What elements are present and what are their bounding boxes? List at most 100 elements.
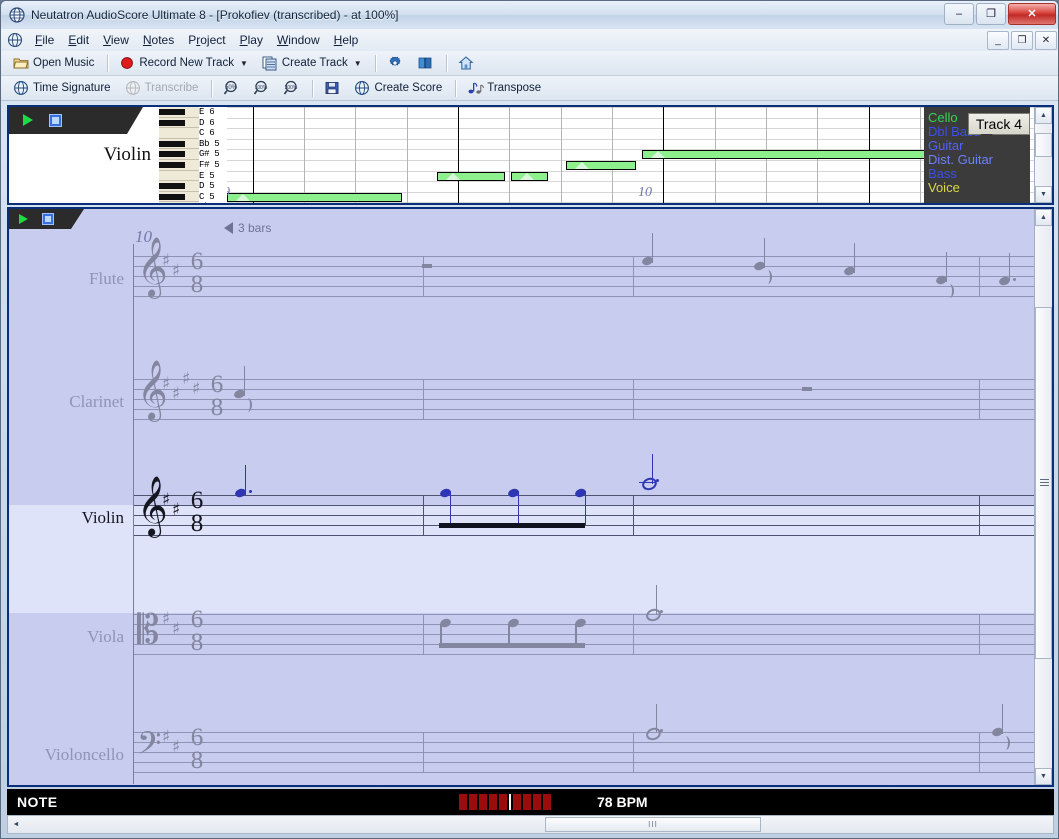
piano-roll-note[interactable] bbox=[566, 161, 636, 170]
instrument-option[interactable]: Dist. Guitar bbox=[924, 153, 1030, 167]
scroll-up-icon[interactable]: ▲ bbox=[1035, 107, 1052, 124]
piano-black-key[interactable] bbox=[159, 151, 185, 157]
time-signature[interactable]: 68 bbox=[188, 608, 206, 654]
piano-roll-note[interactable] bbox=[437, 172, 505, 181]
augmentation-dot bbox=[660, 729, 663, 732]
zoom-200-button[interactable]: 200% bbox=[277, 78, 305, 98]
key-signature-sharp[interactable]: ♯ bbox=[162, 492, 170, 509]
bars-back-control[interactable]: 3 bars bbox=[224, 221, 271, 235]
create-score-button[interactable]: Create Score bbox=[348, 78, 448, 98]
minimize-button[interactable]: – bbox=[944, 3, 974, 25]
menu-view[interactable]: View bbox=[96, 30, 136, 50]
stop-icon[interactable] bbox=[42, 213, 54, 225]
transpose-button[interactable]: Transpose bbox=[461, 78, 547, 98]
score-canvas[interactable]: Flute𝄞♯♯68Clarinet𝄞♯♯♯♯68Violin𝄞♯♯68Viol… bbox=[9, 209, 1035, 785]
zoom-50-button[interactable]: 50% bbox=[217, 78, 245, 98]
chevron-down-icon[interactable]: ▼ bbox=[354, 59, 362, 68]
toolbar-separator bbox=[375, 55, 376, 72]
time-signature-button[interactable]: Time Signature bbox=[7, 78, 117, 98]
scrollbar-grip-icon: III bbox=[648, 820, 658, 829]
piano-black-key[interactable] bbox=[159, 194, 185, 200]
stop-icon[interactable] bbox=[49, 114, 62, 127]
mdi-restore-button[interactable]: ❐ bbox=[1011, 31, 1033, 50]
key-signature-sharp[interactable]: ♯ bbox=[162, 729, 170, 746]
key-signature-sharp[interactable]: ♯ bbox=[162, 376, 170, 393]
menu-edit[interactable]: Edit bbox=[61, 30, 96, 50]
create-track-button[interactable]: Create Track ▼ bbox=[256, 53, 368, 73]
time-signature[interactable]: 68 bbox=[188, 489, 206, 535]
home-button[interactable] bbox=[452, 53, 480, 73]
menu-notes[interactable]: Notes bbox=[136, 30, 181, 50]
instrument-option[interactable]: Guitar bbox=[924, 139, 1030, 153]
menu-window[interactable]: Window bbox=[270, 30, 327, 50]
staff-instrument-name: Clarinet bbox=[14, 392, 124, 412]
scroll-up-icon[interactable]: ▲ bbox=[1035, 209, 1052, 226]
rewind-icon[interactable] bbox=[224, 222, 233, 234]
piano-white-key[interactable] bbox=[159, 171, 199, 182]
scroll-down-icon[interactable]: ▼ bbox=[1035, 186, 1052, 203]
clef-bass[interactable]: 𝄢 bbox=[137, 728, 161, 766]
key-signature-sharp[interactable]: ♯ bbox=[172, 621, 180, 638]
piano-roll-note[interactable] bbox=[642, 150, 947, 159]
save-button[interactable] bbox=[318, 78, 346, 98]
grid-line bbox=[304, 107, 305, 203]
time-signature[interactable]: 68 bbox=[188, 250, 206, 296]
application-window: Neutatron AudioScore Ultimate 8 - [Proko… bbox=[0, 0, 1059, 839]
rest[interactable] bbox=[422, 264, 432, 268]
piano-roll-note[interactable] bbox=[227, 193, 402, 202]
record-new-track-button[interactable]: Record New Track ▼ bbox=[113, 53, 254, 73]
scrollbar-thumb[interactable] bbox=[1035, 307, 1052, 659]
open-music-button[interactable]: Open Music bbox=[7, 53, 100, 73]
augmentation-dot bbox=[656, 479, 659, 482]
key-signature-sharp[interactable]: ♯ bbox=[172, 263, 180, 280]
scroll-down-icon[interactable]: ▼ bbox=[1035, 768, 1052, 785]
hscrollbar-thumb[interactable]: III bbox=[545, 817, 761, 832]
piano-white-key[interactable] bbox=[159, 202, 199, 205]
piano-black-key[interactable] bbox=[159, 120, 185, 126]
piano-black-key[interactable] bbox=[159, 141, 185, 147]
menu-play[interactable]: Play bbox=[233, 30, 270, 50]
key-signature-sharp[interactable]: ♯ bbox=[172, 502, 180, 519]
track-panel-scrollbar[interactable]: ▲ ▼ bbox=[1034, 107, 1052, 203]
menu-project[interactable]: Project bbox=[181, 30, 232, 50]
instrument-option[interactable]: Bass bbox=[924, 167, 1030, 181]
piano-black-key[interactable] bbox=[159, 183, 185, 189]
menu-file[interactable]: File bbox=[28, 30, 61, 50]
chevron-down-icon[interactable]: ▼ bbox=[240, 59, 248, 68]
key-signature-sharp[interactable]: ♯ bbox=[172, 739, 180, 756]
play-icon[interactable] bbox=[19, 214, 28, 224]
staff-line bbox=[133, 276, 1035, 277]
key-signature-sharp[interactable]: ♯ bbox=[162, 253, 170, 270]
play-icon[interactable] bbox=[23, 114, 33, 126]
zoom-100-button[interactable]: 100% bbox=[247, 78, 275, 98]
key-signature-sharp[interactable]: ♯ bbox=[172, 386, 180, 403]
time-signature[interactable]: 68 bbox=[188, 726, 206, 772]
mdi-minimize-button[interactable]: _ bbox=[987, 31, 1009, 50]
maximize-button[interactable]: ❐ bbox=[976, 3, 1006, 25]
clef-alto[interactable]: 𝄡 bbox=[137, 610, 159, 650]
close-button[interactable]: ✕ bbox=[1008, 3, 1056, 25]
rest[interactable] bbox=[802, 387, 812, 391]
scrollbar-thumb[interactable] bbox=[1035, 133, 1052, 157]
key-signature-sharp[interactable]: ♯ bbox=[182, 371, 190, 388]
piano-white-key[interactable] bbox=[159, 128, 199, 139]
piano-black-key[interactable] bbox=[159, 162, 185, 168]
settings-button[interactable] bbox=[381, 53, 409, 73]
help-book-button[interactable] bbox=[411, 53, 439, 73]
key-signature-sharp[interactable]: ♯ bbox=[192, 381, 200, 398]
beat-bar bbox=[543, 794, 551, 810]
mdi-close-button[interactable]: ✕ bbox=[1035, 31, 1057, 50]
instrument-option[interactable]: Voice bbox=[924, 181, 1030, 195]
scroll-left-icon[interactable]: ◄ bbox=[8, 816, 24, 833]
menu-help[interactable]: Help bbox=[327, 30, 366, 50]
score-scrollbar[interactable]: ▲ ▼ bbox=[1034, 209, 1052, 785]
time-signature-denominator: 8 bbox=[191, 629, 204, 656]
horizontal-scrollbar[interactable]: ◄ III bbox=[7, 815, 1054, 834]
time-signature-denominator: 8 bbox=[191, 510, 204, 537]
time-signature[interactable]: 68 bbox=[208, 373, 226, 419]
piano-black-key[interactable] bbox=[159, 109, 185, 115]
piano-keyboard[interactable] bbox=[159, 107, 200, 203]
piano-roll-note[interactable] bbox=[511, 172, 548, 181]
gear-icon bbox=[387, 55, 403, 71]
key-signature-sharp[interactable]: ♯ bbox=[162, 611, 170, 628]
